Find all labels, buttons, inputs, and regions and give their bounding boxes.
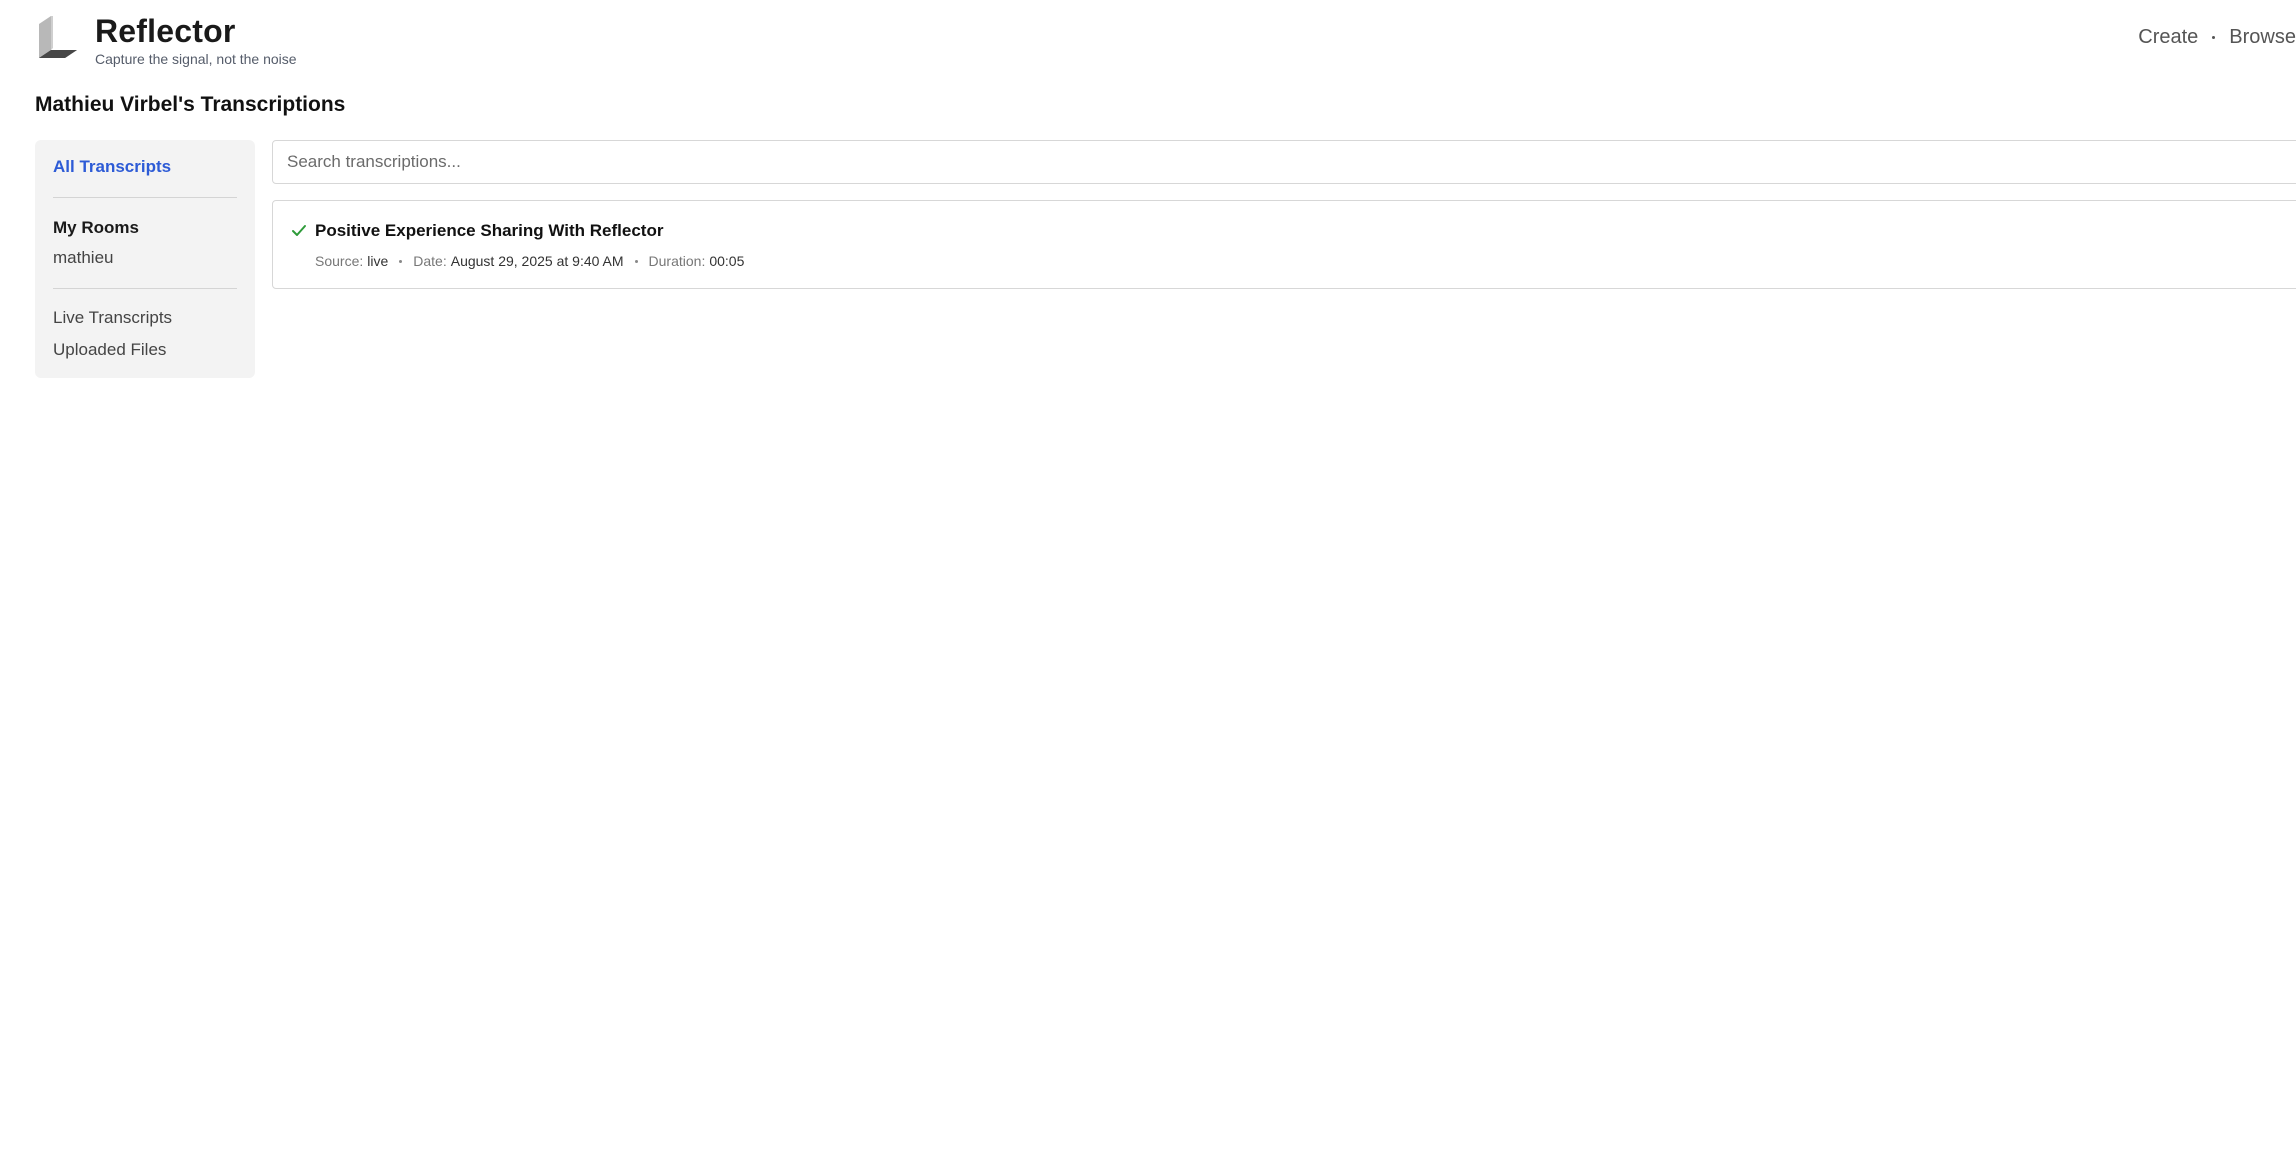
transcript-card[interactable]: Positive Experience Sharing With Reflect… <box>272 200 2296 289</box>
nav-browse-link[interactable]: Browse <box>2229 26 2296 49</box>
source-label: Source: <box>315 253 364 269</box>
search-box <box>272 140 2296 184</box>
home-logo-link[interactable]: Reflector Capture the signal, not the no… <box>35 14 297 68</box>
top-nav: Create Browse <box>2138 26 2296 49</box>
date-value: August 29, 2025 at 9:40 AM <box>450 253 624 269</box>
duration-value: 00:05 <box>709 253 745 269</box>
sidebar-item-room-mathieu[interactable]: mathieu <box>53 248 113 268</box>
app-header: Reflector Capture the signal, not the no… <box>0 0 2296 80</box>
transcript-meta: Source: live Date: August 29, 2025 at 9:… <box>315 253 744 269</box>
duration-label: Duration: <box>648 253 706 269</box>
sidebar-divider <box>53 288 237 289</box>
transcript-title-link[interactable]: Positive Experience Sharing With Reflect… <box>315 221 663 241</box>
sidebar-heading-my-rooms: My Rooms <box>53 218 139 237</box>
sidebar: All Transcripts My Rooms mathieu Live Tr… <box>35 140 255 378</box>
brand-title: Reflector <box>95 13 236 49</box>
nav-create-link[interactable]: Create <box>2138 26 2198 49</box>
brand-tagline: Capture the signal, not the noise <box>95 51 297 67</box>
page: Reflector Capture the signal, not the no… <box>0 0 2296 1164</box>
date-label: Date: <box>413 253 447 269</box>
nav-separator <box>2212 36 2216 39</box>
search-input[interactable] <box>273 141 2296 183</box>
check-icon <box>292 225 306 236</box>
brand: Reflector Capture the signal, not the no… <box>95 14 297 68</box>
meta-separator <box>634 259 638 263</box>
sidebar-divider <box>53 197 237 198</box>
sidebar-item-all-transcripts[interactable]: All Transcripts <box>53 157 171 177</box>
sidebar-item-live-transcripts[interactable]: Live Transcripts <box>53 308 172 328</box>
meta-separator <box>399 259 403 263</box>
page-title: Mathieu Virbel's Transcriptions <box>35 93 346 116</box>
sidebar-item-uploaded-files[interactable]: Uploaded Files <box>53 340 166 360</box>
reflector-logo-icon <box>39 16 77 58</box>
source-value: live <box>367 253 389 269</box>
